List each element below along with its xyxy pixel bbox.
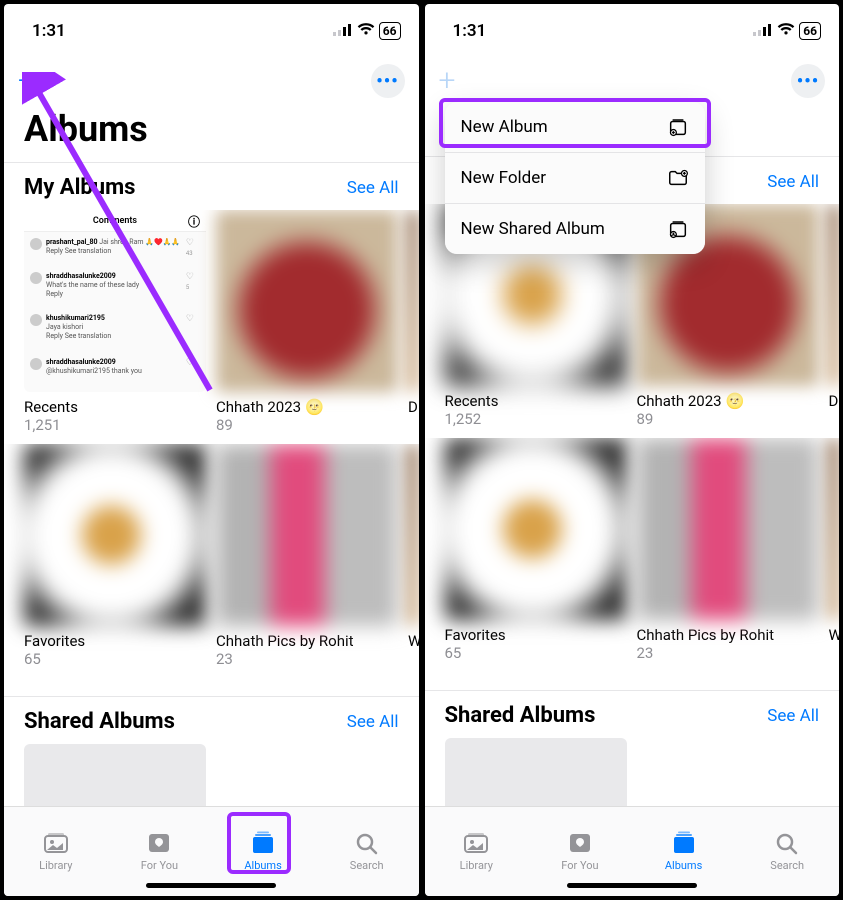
battery-icon: 66: [799, 22, 821, 40]
status-bar: 1:31 66: [425, 4, 840, 48]
tab-library[interactable]: Library: [4, 807, 108, 896]
album-title: Recents: [445, 392, 627, 410]
album-title: Chhath Pics by Rohit: [216, 632, 398, 650]
album-chhath-rohit[interactable]: Chhath Pics by Rohit 23: [637, 438, 819, 662]
album-thumbnail: [408, 210, 418, 392]
status-bar: 1:31 66: [4, 4, 419, 48]
album-title: Favorites: [445, 626, 627, 644]
album-peek[interactable]: D: [408, 210, 418, 434]
status-time: 1:31: [453, 21, 487, 41]
phone-left: 1:31 66 + ••• Albums My Albums See All: [4, 4, 419, 896]
add-menu: New Album New Folder New Shared Album: [445, 102, 705, 254]
album-count: 23: [637, 644, 819, 662]
album-peek[interactable]: W: [408, 444, 418, 668]
tab-bar: Library For You Albums Search: [425, 806, 840, 896]
search-icon: [773, 831, 801, 855]
album-row-2[interactable]: Favorites 65 Chhath Pics by Rohit 23 W: [425, 438, 840, 672]
album-row-1[interactable]: Commentsⓘ prashant_pal_80 Jai shree Ram …: [4, 210, 419, 444]
menu-new-shared-album[interactable]: New Shared Album: [445, 203, 705, 254]
add-button[interactable]: +: [439, 66, 456, 96]
album-thumbnail: [24, 444, 206, 626]
album-title: D: [408, 398, 418, 416]
home-indicator[interactable]: [567, 883, 697, 888]
album-thumbnail: [637, 438, 819, 620]
tab-search[interactable]: Search: [315, 807, 419, 896]
search-icon: [353, 831, 381, 855]
new-album-icon: [667, 116, 689, 138]
see-all-shared[interactable]: See All: [347, 712, 399, 732]
see-all-my-albums[interactable]: See All: [767, 172, 819, 192]
album-title: Recents: [24, 398, 206, 416]
album-count: 1,251: [24, 416, 206, 434]
see-all-shared[interactable]: See All: [767, 706, 819, 726]
album-count: 65: [445, 644, 627, 662]
album-chhath-rohit[interactable]: Chhath Pics by Rohit 23: [216, 444, 398, 668]
tab-bar: Library For You Albums Search: [4, 806, 419, 896]
page-title: Albums: [4, 104, 419, 162]
album-count: 23: [216, 650, 398, 668]
my-albums-heading: My Albums: [24, 175, 135, 200]
add-button[interactable]: +: [18, 66, 35, 96]
album-thumbnail: [216, 444, 398, 626]
album-thumbnail: [829, 438, 839, 620]
album-thumbnail: Commentsⓘ prashant_pal_80 Jai shree Ram …: [24, 210, 206, 392]
album-title: Chhath Pics by Rohit: [637, 626, 819, 644]
menu-new-album[interactable]: New Album: [445, 102, 705, 152]
album-thumbnail: [408, 444, 418, 626]
menu-new-folder[interactable]: New Folder: [445, 152, 705, 203]
album-title: W: [829, 626, 839, 644]
album-thumbnail: [216, 210, 398, 392]
album-title: Chhath 2023🌝: [637, 392, 819, 410]
albums-icon: [670, 831, 698, 855]
see-all-my-albums[interactable]: See All: [347, 178, 399, 198]
more-button[interactable]: •••: [371, 64, 405, 98]
shared-albums-heading: Shared Albums: [445, 703, 596, 728]
phone-right: 1:31 66 + ••• My Albums See All: [425, 4, 840, 896]
tab-library[interactable]: Library: [425, 807, 529, 896]
battery-icon: 66: [379, 22, 401, 40]
album-peek[interactable]: D: [829, 204, 839, 428]
album-count: 89: [637, 410, 819, 428]
wifi-icon: [777, 21, 795, 41]
album-peek[interactable]: W: [829, 438, 839, 662]
tab-search[interactable]: Search: [735, 807, 839, 896]
shared-albums-heading: Shared Albums: [24, 709, 175, 734]
album-thumbnail: [829, 204, 839, 386]
for-you-icon: [145, 831, 173, 855]
albums-icon: [249, 831, 277, 855]
library-icon: [42, 831, 70, 855]
album-row-2[interactable]: Favorites 65 Chhath Pics by Rohit 23 W: [4, 444, 419, 678]
new-shared-icon: [667, 218, 689, 240]
cellular-icon: [753, 21, 773, 41]
album-recents[interactable]: Commentsⓘ prashant_pal_80 Jai shree Ram …: [24, 210, 206, 434]
cellular-icon: [333, 21, 353, 41]
for-you-icon: [566, 831, 594, 855]
album-title: W: [408, 632, 418, 650]
album-count: 89: [216, 416, 398, 434]
home-indicator[interactable]: [146, 883, 276, 888]
album-favorites[interactable]: Favorites 65: [24, 444, 206, 668]
status-time: 1:31: [32, 21, 66, 41]
more-button[interactable]: •••: [791, 64, 825, 98]
album-favorites[interactable]: Favorites 65: [445, 438, 627, 662]
album-chhath[interactable]: Chhath 2023🌝 89: [216, 210, 398, 434]
album-count: 65: [24, 650, 206, 668]
album-title: Favorites: [24, 632, 206, 650]
new-folder-icon: [667, 167, 689, 189]
album-thumbnail: [445, 438, 627, 620]
album-count: 1,252: [445, 410, 627, 428]
wifi-icon: [357, 21, 375, 41]
album-title: Chhath 2023🌝: [216, 398, 398, 416]
library-icon: [462, 831, 490, 855]
album-title: D: [829, 392, 839, 410]
